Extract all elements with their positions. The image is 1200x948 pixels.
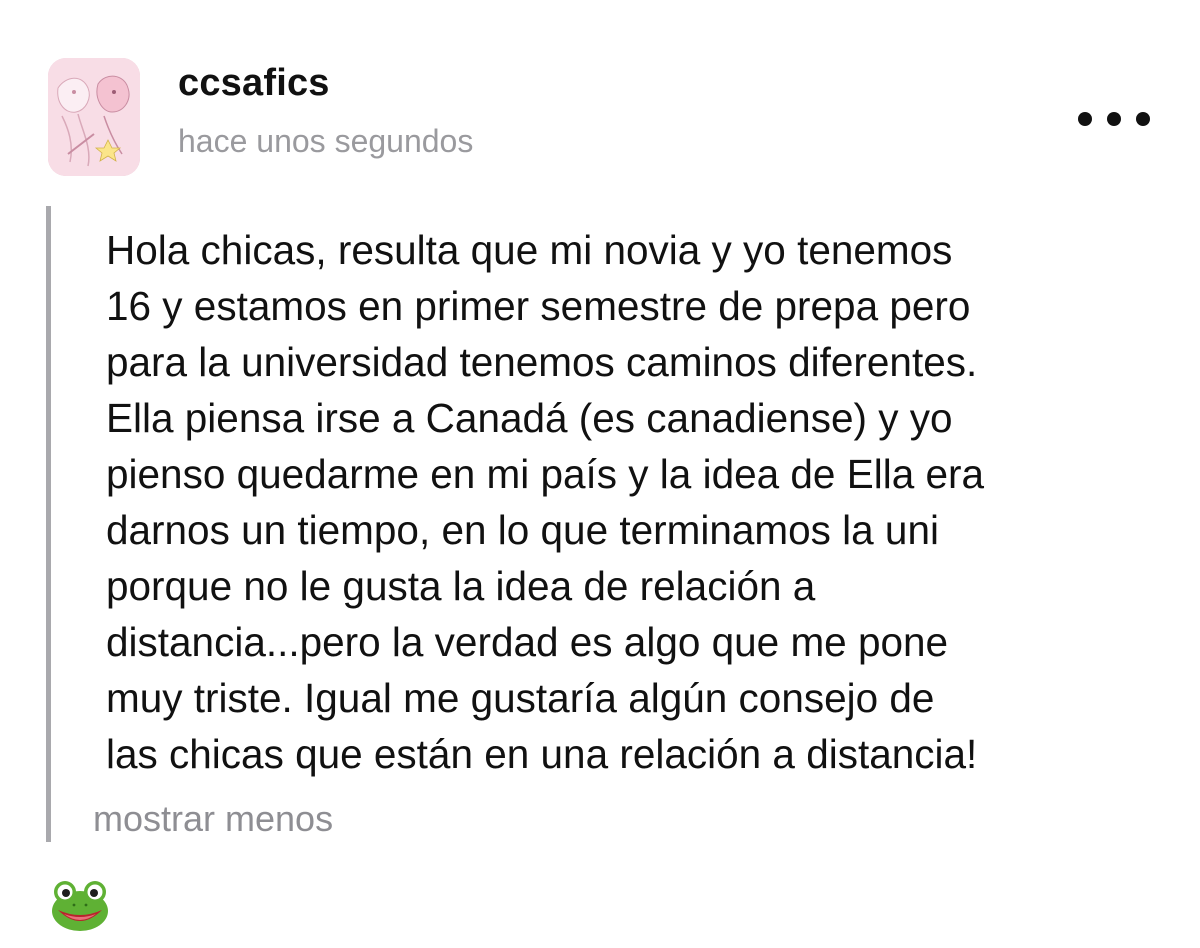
frog-emoji-icon bbox=[50, 878, 110, 932]
post-body: Hola chicas, resulta que mi novia y yo t… bbox=[106, 222, 1166, 782]
more-dots-icon bbox=[1107, 112, 1121, 126]
post-body-line: 16 y estamos en primer semestre de prepa… bbox=[106, 283, 971, 329]
more-dots-icon bbox=[1136, 112, 1150, 126]
post-body-line: Ella piensa irse a Canadá (es canadiense… bbox=[106, 395, 953, 441]
show-less-link[interactable]: mostrar menos bbox=[93, 798, 333, 840]
post-body-line: las chicas que están en una relación a d… bbox=[106, 731, 978, 777]
avatar-illustration bbox=[48, 58, 140, 176]
timestamp: hace unos segundos bbox=[178, 123, 474, 159]
post-body-line: porque no le gusta la idea de relación a bbox=[106, 563, 816, 609]
post-body-line: muy triste. Igual me gustaría algún cons… bbox=[106, 675, 935, 721]
post-header: ccsafics hace unos segundos bbox=[0, 0, 1200, 200]
post-body-line: para la universidad tenemos caminos dife… bbox=[106, 339, 978, 385]
username[interactable]: ccsafics bbox=[178, 62, 330, 105]
post-body-line: pienso quedarme en mi país y la idea de … bbox=[106, 451, 985, 497]
more-options-button[interactable] bbox=[1078, 104, 1150, 134]
more-dots-icon bbox=[1078, 112, 1092, 126]
post-body-line: darnos un tiempo, en lo que terminamos l… bbox=[106, 507, 939, 553]
post-body-line: Hola chicas, resulta que mi novia y yo t… bbox=[106, 227, 953, 273]
avatar[interactable] bbox=[48, 58, 140, 176]
post-quote-block: Hola chicas, resulta que mi novia y yo t… bbox=[46, 206, 1161, 842]
post-body-line: distancia...pero la verdad es algo que m… bbox=[106, 619, 949, 665]
